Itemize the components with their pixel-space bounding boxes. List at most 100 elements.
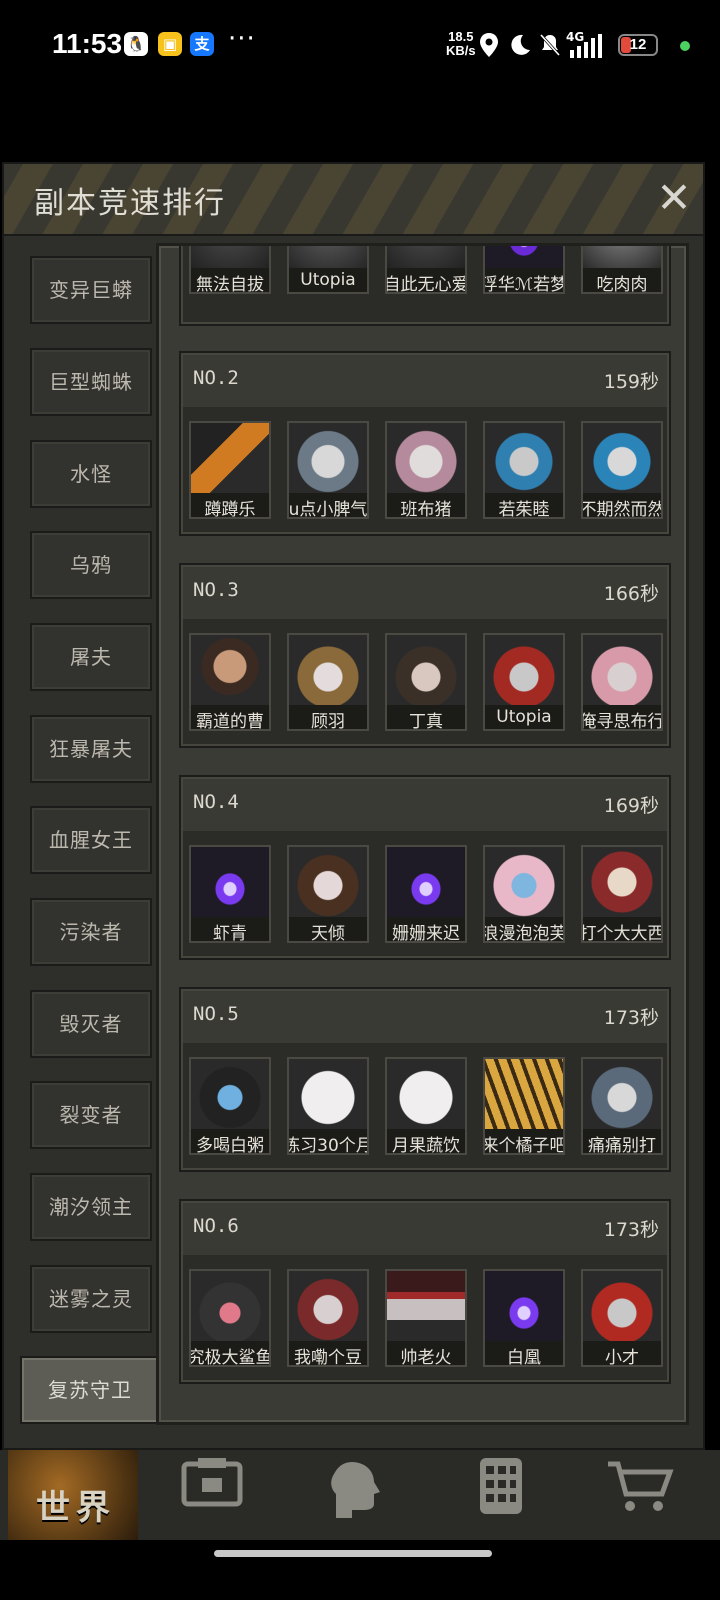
player-card[interactable]: 姗姗来迟 xyxy=(385,845,467,943)
sidebar-item-fissioner[interactable]: 裂变者 xyxy=(30,1081,152,1149)
ranking-list[interactable]: 無法自拔 Utopia 自此无心爱 浮华ℳ若梦 吃肉肉 NO.2 159秒 蹲蹲… xyxy=(156,243,689,1425)
sidebar-item-polluter[interactable]: 污染者 xyxy=(30,898,152,966)
sidebar-item-butcher[interactable]: 屠夫 xyxy=(30,623,152,691)
player-name: 天倾 xyxy=(311,924,345,943)
sidebar-item-bloody-queen[interactable]: 血腥女王 xyxy=(30,806,152,874)
player-card[interactable]: 痛痛别打 xyxy=(581,1057,663,1155)
player-card[interactable]: 吃肉肉 xyxy=(581,246,663,294)
player-card[interactable]: 天倾 xyxy=(287,845,369,943)
qq-icon: 🐧 xyxy=(124,32,148,56)
rank-time: 173秒 xyxy=(603,1007,659,1029)
bottom-nav: 世界 xyxy=(0,1450,720,1540)
player-card[interactable]: u点小脾气 xyxy=(287,421,369,519)
player-card[interactable]: 练习30个月 xyxy=(287,1057,369,1155)
player-avatar xyxy=(387,847,465,917)
moon-icon xyxy=(511,34,530,55)
player-card[interactable]: 虾青 xyxy=(189,845,271,943)
sidebar-item-tide-lord[interactable]: 潮汐领主 xyxy=(30,1173,152,1241)
location-icon xyxy=(480,33,498,57)
signal-icon xyxy=(570,34,602,58)
player-card[interactable]: 顾羽 xyxy=(287,633,369,731)
character-icon xyxy=(331,1462,380,1518)
sidebar-item-crow[interactable]: 乌鸦 xyxy=(30,531,152,599)
sidebar-item-mist-spirit[interactable]: 迷雾之灵 xyxy=(30,1265,152,1333)
sidebar-item-destroyer[interactable]: 毁灭者 xyxy=(30,990,152,1058)
rank-players: 霸道的曹 顾羽 丁真 Utopia 俺寻思布行 xyxy=(189,633,669,733)
nav-phone[interactable] xyxy=(460,1450,590,1540)
nav-shop[interactable] xyxy=(600,1450,720,1540)
speed-unit: KB/s xyxy=(446,43,476,58)
player-name: 姗姗来迟 xyxy=(392,924,460,943)
home-indicator[interactable] xyxy=(214,1550,492,1557)
player-card[interactable]: 来个橘子吧 xyxy=(483,1057,565,1155)
player-card[interactable]: 俺寻思布行 xyxy=(581,633,663,731)
player-card[interactable]: 多喝白粥 xyxy=(189,1057,271,1155)
panel-title: 副本竞速排行 xyxy=(34,186,226,221)
player-card[interactable]: 浮华ℳ若梦 xyxy=(483,246,565,294)
rank-time: 166秒 xyxy=(603,583,659,605)
rank-players: 虾青 天倾 姗姗来迟 浪漫泡泡芙 打个大大西 xyxy=(189,845,669,945)
player-card[interactable]: 浪漫泡泡芙 xyxy=(483,845,565,943)
sidebar-item-water-monster[interactable]: 水怪 xyxy=(30,440,152,508)
rank-header: NO.4 169秒 xyxy=(183,779,667,831)
rank-block-5: NO.5 173秒 多喝白粥 练习30个月 月果蔬饮 来个橘子吧 痛痛别打 xyxy=(179,987,671,1172)
close-button[interactable]: ✕ xyxy=(652,176,696,220)
player-name: 霸道的曹 xyxy=(196,712,264,731)
player-card[interactable]: 蹲蹲乐 xyxy=(189,421,271,519)
sidebar-item-revival-guard[interactable]: 复苏守卫 xyxy=(20,1356,160,1424)
player-name: 班布猪 xyxy=(400,500,452,519)
sidebar-item-mutant-python[interactable]: 变异巨蟒 xyxy=(30,256,152,324)
player-card[interactable]: Utopia xyxy=(483,633,565,731)
player-avatar xyxy=(583,246,661,268)
player-card[interactable]: 帅老火 xyxy=(385,1269,467,1367)
player-card[interactable]: 打个大大西 xyxy=(581,845,663,943)
player-card[interactable]: 不期然而然 xyxy=(581,421,663,519)
player-avatar xyxy=(583,1059,661,1129)
player-card[interactable]: 若茱睦 xyxy=(483,421,565,519)
player-avatar xyxy=(583,1271,661,1341)
player-card[interactable]: 月果蔬饮 xyxy=(385,1057,467,1155)
player-card[interactable]: 無法自拔 xyxy=(189,246,271,294)
player-avatar xyxy=(289,635,367,705)
rank-time: 169秒 xyxy=(603,795,659,817)
player-card[interactable]: 究极大鲨鱼 xyxy=(189,1269,271,1367)
player-avatar xyxy=(191,635,269,705)
nav-world[interactable]: 世界 xyxy=(8,1450,138,1540)
rank-header: NO.2 159秒 xyxy=(183,355,667,407)
player-card[interactable]: 班布猪 xyxy=(385,421,467,519)
battery-icon: 12 xyxy=(618,34,658,56)
player-name: u点小脾气 xyxy=(288,500,368,519)
player-card[interactable]: 我嘞个豆 xyxy=(287,1269,369,1367)
rank-number: NO.4 xyxy=(193,791,239,813)
player-avatar xyxy=(485,1271,563,1341)
player-card[interactable]: 白凰 xyxy=(483,1269,565,1367)
player-avatar xyxy=(485,1059,563,1129)
rank-header: NO.6 173秒 xyxy=(183,1203,667,1255)
phone-icon xyxy=(480,1458,522,1514)
player-card[interactable]: 丁真 xyxy=(385,633,467,731)
player-name: 丁真 xyxy=(409,712,443,731)
rank-time: 159秒 xyxy=(603,371,659,393)
player-name: 顾羽 xyxy=(311,712,345,731)
player-card[interactable]: Utopia xyxy=(287,246,369,294)
player-card[interactable]: 霸道的曹 xyxy=(189,633,271,731)
player-card[interactable]: 自此无心爱 xyxy=(385,246,467,294)
player-name: 我嘞个豆 xyxy=(294,1348,362,1367)
player-name: 不期然而然 xyxy=(581,500,663,519)
player-name: 多喝白粥 xyxy=(196,1136,264,1155)
nav-backpack[interactable] xyxy=(170,1450,300,1540)
sidebar-item-berserk-butcher[interactable]: 狂暴屠夫 xyxy=(30,715,152,783)
player-name: 小才 xyxy=(605,1348,639,1367)
player-avatar xyxy=(289,1271,367,1341)
player-card[interactable]: 小才 xyxy=(581,1269,663,1367)
player-name: 帅老火 xyxy=(400,1348,452,1367)
rank-time: 173秒 xyxy=(603,1219,659,1241)
player-avatar xyxy=(289,1059,367,1129)
player-avatar xyxy=(191,246,269,268)
player-name: 月果蔬饮 xyxy=(392,1136,460,1155)
rank-block-4: NO.4 169秒 虾青 天倾 姗姗来迟 浪漫泡泡芙 打个大大西 xyxy=(179,775,671,960)
nav-character[interactable] xyxy=(316,1450,446,1540)
rank-number: NO.6 xyxy=(193,1215,239,1237)
player-name: Utopia xyxy=(300,270,356,290)
sidebar-item-giant-spider[interactable]: 巨型蜘蛛 xyxy=(30,348,152,416)
